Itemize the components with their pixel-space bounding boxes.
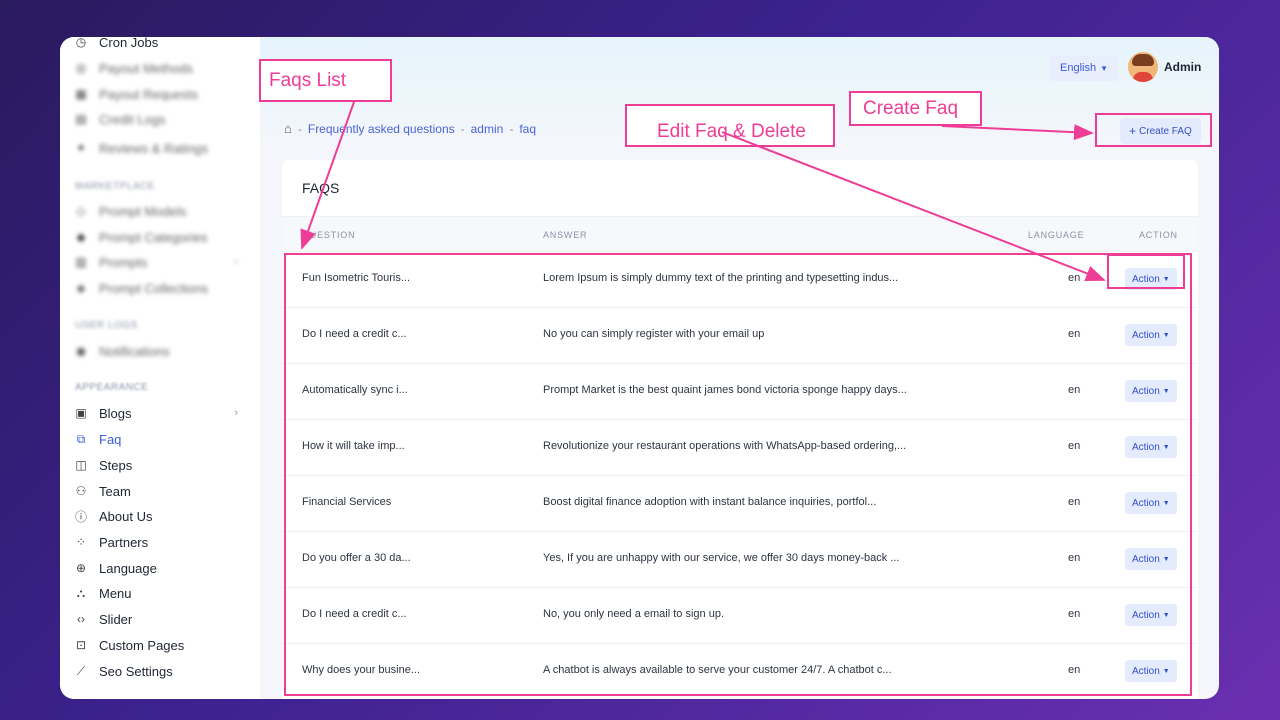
- annotation-create-faq-label: Create Faq: [863, 98, 959, 119]
- sidebar-item-custom-pages[interactable]: ⊡ Custom Pages: [74, 634, 250, 656]
- sidebar-item-label: Reviews & Ratings: [99, 140, 209, 156]
- chevron-right-icon: ›: [234, 407, 238, 419]
- breadcrumb-item[interactable]: Frequently asked questions: [308, 122, 455, 136]
- code-icon: ‹›: [77, 612, 85, 626]
- sidebar-item-label: About Us: [99, 508, 153, 524]
- sidebar-item-partners[interactable]: ⁘ Partners: [74, 531, 250, 553]
- sidebar-item-prompt-models[interactable]: ◇ Prompt Models: [74, 200, 250, 222]
- sidebar-item-prompt-collections[interactable]: ◈ Prompt Collections: [74, 277, 250, 299]
- sidebar-item-slider[interactable]: ‹› Slider: [74, 608, 250, 630]
- sidebar-item-prompt-categories[interactable]: ◆ Prompt Categories: [74, 226, 250, 248]
- partners-icon: ⁘: [75, 535, 87, 549]
- sidebar-item-notifications[interactable]: ◉ Notifications: [74, 340, 250, 362]
- info-icon: ⓘ: [74, 509, 87, 524]
- breadcrumb-item[interactable]: admin: [471, 122, 504, 136]
- receipt-icon: ▦: [75, 87, 87, 101]
- column-action: ACTION: [1139, 230, 1178, 240]
- sidebar-item-label: Cron Jobs: [99, 37, 159, 50]
- sidebar-item-label: Prompt Models: [99, 203, 187, 219]
- sidebar-item-prompts[interactable]: ▥ Prompts ›: [74, 251, 250, 273]
- page-icon: ⊡: [75, 638, 87, 652]
- sidebar-item-label: Team: [99, 483, 131, 499]
- steps-icon: ◫: [75, 458, 87, 472]
- sidebar-item-label: Prompts: [99, 254, 148, 270]
- breadcrumb-item[interactable]: faq: [519, 122, 536, 136]
- sidebar-item-language[interactable]: ⊕ Language: [74, 557, 250, 579]
- sidebar-item-about-us[interactable]: ⓘ About Us: [74, 505, 250, 527]
- star-icon: ✦: [75, 141, 87, 155]
- faq-icon: ⧉: [76, 431, 86, 446]
- sidebar-item-payout-methods[interactable]: ◎ Payout Methods: [74, 57, 250, 79]
- section-heading-marketplace: MARKETPLACE: [75, 181, 155, 192]
- prompt-icon: ▥: [75, 255, 87, 269]
- menu-icon: ⛬: [76, 585, 86, 600]
- breadcrumb-separator: -: [509, 121, 514, 136]
- sidebar-item-label: Language: [99, 560, 157, 576]
- sidebar-item-payout-requests[interactable]: ▦ Payout Requests: [74, 83, 250, 105]
- sidebar-item-label: Menu: [99, 585, 132, 601]
- action-highlight: [1107, 254, 1185, 289]
- faqs-list-highlight: [284, 253, 1192, 696]
- section-heading-appearance: APPEARANCE: [75, 382, 149, 393]
- annotation-create-faq: Create Faq: [849, 91, 982, 126]
- sidebar-item-label: Blogs: [99, 405, 132, 421]
- breadcrumb-separator: -: [297, 121, 302, 136]
- breadcrumb: ⌂ - Frequently asked questions - admin -…: [284, 121, 536, 136]
- chart-icon: ⟋: [76, 663, 86, 678]
- sidebar: ◷ Cron Jobs ◎ Payout Methods ▦ Payout Re…: [60, 37, 260, 699]
- clock-icon: ◷: [75, 37, 87, 49]
- sidebar-item-label: Slider: [99, 611, 133, 627]
- language-label: English: [1060, 62, 1097, 74]
- create-faq-highlight: [1095, 113, 1212, 147]
- annotation-faqs-list-label: Faqs List: [269, 70, 347, 91]
- annotation-edit-delete: Edit Faq & Delete: [625, 104, 835, 147]
- breadcrumb-separator: -: [460, 121, 465, 136]
- bell-icon: ◉: [75, 344, 87, 358]
- table-header: QUESTION ANSWER LANGUAGE ACTION: [282, 216, 1198, 252]
- sidebar-item-team[interactable]: ⚇ Team: [74, 480, 250, 502]
- sidebar-item-label: Prompt Categories: [99, 229, 208, 245]
- globe-icon: ⊕: [75, 561, 87, 575]
- card-title: FAQS: [302, 180, 340, 196]
- sidebar-item-reviews[interactable]: ✦ Reviews & Ratings: [74, 137, 250, 159]
- sidebar-item-faq[interactable]: ⧉ Faq: [74, 428, 250, 450]
- sidebar-item-label: Faq: [99, 431, 122, 447]
- column-answer: ANSWER: [543, 230, 588, 240]
- language-dropdown[interactable]: English ▼: [1050, 55, 1118, 81]
- sidebar-item-label: Notifications: [99, 343, 170, 359]
- model-icon: ◇: [76, 204, 86, 218]
- chevron-right-icon: ›: [234, 256, 238, 268]
- annotation-edit-delete-label: Edit Faq & Delete: [657, 121, 806, 142]
- collection-icon: ◈: [76, 281, 86, 295]
- blog-icon: ▣: [75, 406, 87, 420]
- sidebar-item-steps[interactable]: ◫ Steps: [74, 454, 250, 476]
- admin-name[interactable]: Admin: [1164, 60, 1201, 74]
- sidebar-item-label: Steps: [99, 457, 133, 473]
- home-icon[interactable]: ⌂: [284, 121, 292, 136]
- column-language: LANGUAGE: [1028, 230, 1085, 240]
- sidebar-item-blogs[interactable]: ▣ Blogs ›: [74, 402, 250, 424]
- avatar[interactable]: [1128, 52, 1158, 82]
- log-icon: ▤: [75, 112, 87, 126]
- team-icon: ⚇: [75, 484, 87, 498]
- sidebar-item-cron-jobs[interactable]: ◷ Cron Jobs: [74, 37, 250, 53]
- sidebar-item-label: Payout Requests: [99, 86, 199, 102]
- section-heading-user-logs: USER LOGS: [75, 320, 138, 331]
- sidebar-item-label: Partners: [99, 534, 149, 550]
- wallet-icon: ◎: [75, 61, 87, 75]
- annotation-faqs-list: Faqs List: [259, 59, 392, 102]
- sidebar-item-seo-settings[interactable]: ⟋ Seo Settings: [74, 660, 250, 682]
- sidebar-item-label: Credit Logs: [99, 111, 166, 127]
- column-question: QUESTION: [302, 230, 356, 240]
- sidebar-item-credit-logs[interactable]: ▤ Credit Logs: [74, 108, 250, 130]
- sidebar-item-label: Prompt Collections: [99, 280, 209, 296]
- category-icon: ◆: [76, 230, 86, 244]
- caret-down-icon: ▼: [1100, 63, 1108, 73]
- sidebar-item-label: Custom Pages: [99, 637, 185, 653]
- sidebar-item-label: Seo Settings: [99, 663, 173, 679]
- sidebar-item-menu[interactable]: ⛬ Menu: [74, 582, 250, 604]
- sidebar-item-label: Payout Methods: [99, 60, 193, 76]
